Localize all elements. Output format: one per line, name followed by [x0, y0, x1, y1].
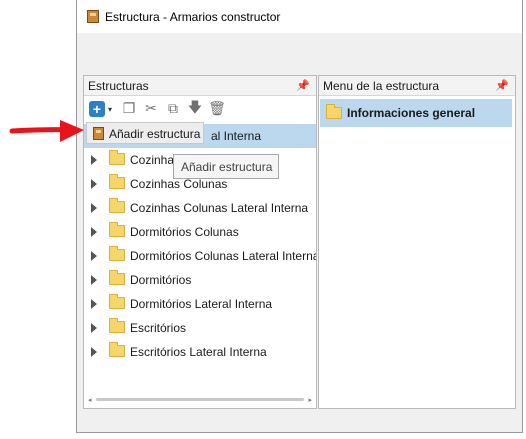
tooltip-text: Añadir estructura	[181, 160, 273, 174]
expand-icon[interactable]	[91, 227, 97, 237]
folder-icon	[109, 294, 125, 309]
tree-row-label: Dormitórios	[130, 273, 192, 287]
folder-icon	[109, 222, 125, 237]
scroll-right-icon[interactable]: ▸	[308, 396, 312, 404]
tree-row-label: Dormitórios Colunas	[130, 225, 239, 239]
expand-icon[interactable]	[91, 203, 97, 213]
menu-item-general-info[interactable]: Informaciones general	[320, 99, 512, 127]
tree-row[interactable]: Dormitórios Colunas Lateral Interna	[84, 244, 316, 268]
expand-icon[interactable]	[91, 251, 97, 261]
add-structure-menu: Añadir estructura	[86, 122, 204, 144]
copy-icon[interactable]: ❐	[120, 100, 138, 118]
folder-icon	[109, 270, 125, 285]
tree-row-label: Escritórios	[130, 321, 187, 335]
folder-icon	[109, 150, 125, 165]
add-structure-menu-item[interactable]: Añadir estructura	[109, 127, 200, 141]
structures-panel-title: Estructuras	[88, 79, 149, 93]
scrollbar-thumb[interactable]	[96, 398, 304, 401]
title-bar: Estructura - Armarios constructor	[77, 0, 522, 33]
scroll-left-icon[interactable]: ◂	[88, 396, 92, 404]
ribbon-area	[77, 33, 522, 73]
tree-row[interactable]: Dormitórios Colunas	[84, 220, 316, 244]
window-title: Estructura - Armarios constructor	[105, 10, 281, 24]
expand-icon[interactable]	[91, 347, 97, 357]
pin-icon[interactable]: 📌	[495, 79, 509, 92]
structures-panel-header: Estructuras 📌	[84, 76, 316, 96]
tooltip: Añadir estructura	[173, 154, 279, 179]
folder-icon	[109, 174, 125, 189]
expand-icon[interactable]	[91, 299, 97, 309]
paste-icon[interactable]: ⧉	[164, 100, 182, 118]
app-icon	[87, 10, 99, 23]
folder-icon	[326, 104, 342, 119]
expand-icon[interactable]	[91, 275, 97, 285]
tree-row[interactable]: Escritórios	[84, 316, 316, 340]
cut-icon[interactable]: ✂	[142, 100, 160, 118]
tree-row[interactable]: Cozinhas Colunas Lateral Interna	[84, 196, 316, 220]
tree-row[interactable]: Dormitórios Lateral Interna	[84, 292, 316, 316]
structure-menu-title: Menu de la estructura	[323, 79, 440, 93]
expand-icon[interactable]	[91, 179, 97, 189]
folder-icon	[109, 318, 125, 333]
structure-menu-panel: Menu de la estructura 📌 Informaciones ge…	[318, 75, 516, 409]
tree-row-label: Dormitórios Colunas Lateral Interna	[130, 249, 316, 263]
tree-row-label: Escritórios Lateral Interna	[130, 345, 267, 359]
folder-icon	[109, 342, 125, 357]
menu-item-label: Informaciones general	[347, 106, 476, 120]
tree-row[interactable]: Dormitórios	[84, 268, 316, 292]
structure-icon	[93, 127, 104, 140]
folder-icon	[109, 198, 125, 213]
folder-icon	[109, 246, 125, 261]
tree-row-label: al Interna	[211, 129, 262, 143]
tree-row-label: Cozinhas Colunas Lateral Interna	[130, 201, 309, 215]
add-structure-button[interactable]: +	[88, 100, 106, 118]
expand-icon[interactable]	[91, 323, 97, 333]
structure-menu-header: Menu de la estructura 📌	[319, 76, 515, 96]
horizontal-scrollbar[interactable]: ◂ ▸	[88, 396, 312, 404]
structures-toolbar: + ▾ ❐ ✂ ⧉ 🡇 🗑	[88, 97, 302, 121]
red-arrow-annotation-icon	[9, 120, 84, 142]
tree-row-label: Cozinhas Colunas	[130, 177, 228, 191]
tree-row-label: Dormitórios Lateral Interna	[130, 297, 273, 311]
delete-icon[interactable]: 🗑	[208, 100, 226, 118]
pin-icon[interactable]: 📌	[296, 79, 310, 92]
move-down-icon[interactable]: 🡇	[186, 100, 204, 118]
plus-icon: +	[89, 101, 105, 117]
add-dropdown-arrow-icon[interactable]: ▾	[108, 105, 116, 114]
app-window: Estructura - Armarios constructor Estruc…	[76, 0, 523, 433]
tree-row[interactable]: Escritórios Lateral Interna	[84, 340, 316, 364]
expand-icon[interactable]	[91, 155, 97, 165]
